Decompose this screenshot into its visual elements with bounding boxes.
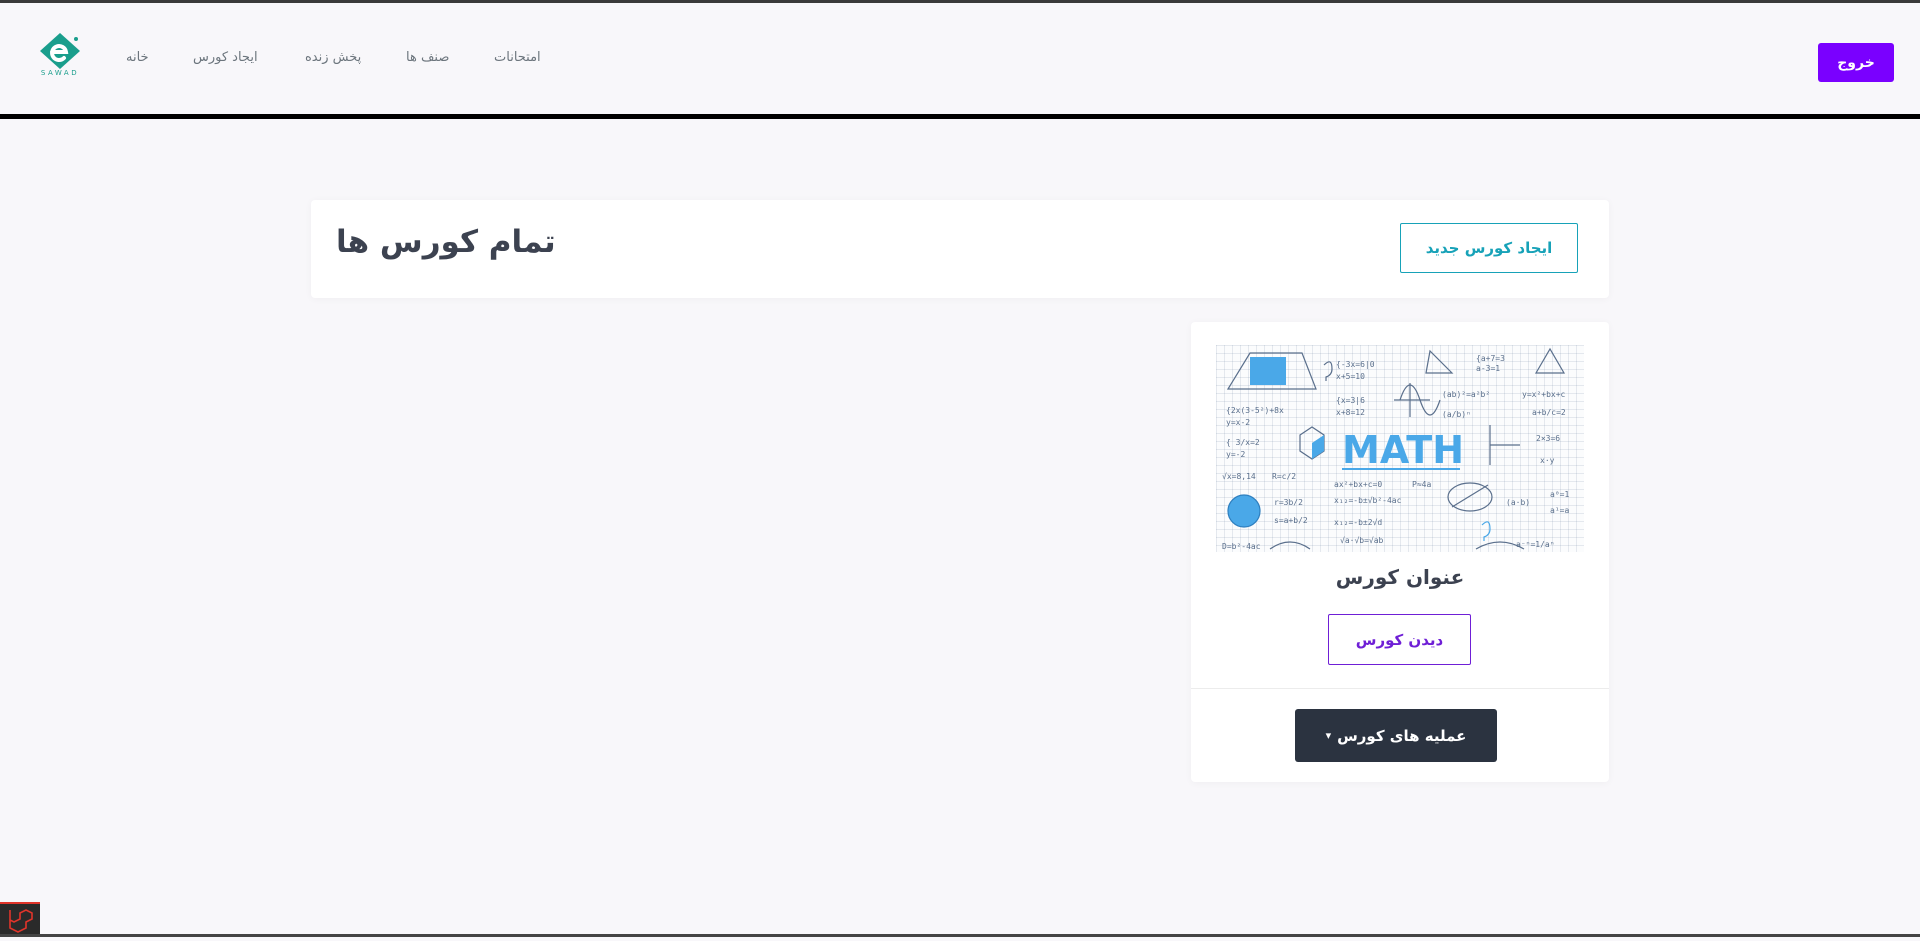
svg-text:x·y: x·y	[1540, 456, 1555, 465]
laravel-icon	[9, 909, 33, 933]
courses-header-card: تمام کورس ها ایجاد کورس جدید	[311, 200, 1609, 298]
logout-button[interactable]: خروج	[1818, 43, 1894, 82]
svg-text:{2x(3-5²)+8x: {2x(3-5²)+8x	[1226, 406, 1284, 415]
nav-classes[interactable]: صنف ها	[406, 50, 449, 65]
svg-text:D=b²-4ac: D=b²-4ac	[1222, 542, 1261, 551]
svg-text:ax²+bx+c=0: ax²+bx+c=0	[1334, 480, 1382, 489]
nav-exams[interactable]: امتحانات	[494, 50, 541, 65]
svg-text:(a/b)ⁿ: (a/b)ⁿ	[1442, 410, 1471, 419]
svg-text:√a·√b=√ab: √a·√b=√ab	[1340, 536, 1384, 545]
svg-text:x+5=10: x+5=10	[1336, 372, 1365, 381]
svg-text:s=a+b/2: s=a+b/2	[1274, 516, 1308, 525]
svg-text:y=-2: y=-2	[1226, 450, 1245, 459]
svg-text:x+8=12: x+8=12	[1336, 408, 1365, 417]
nav-live[interactable]: پخش زنده	[305, 50, 361, 65]
svg-text:x₁₂=-b±2√d: x₁₂=-b±2√d	[1334, 518, 1382, 527]
svg-text:(a·b): (a·b)	[1506, 498, 1530, 507]
course-title: عنوان کورس	[1335, 565, 1465, 589]
math-illustration: {-3x=6|0 x+5=10 {a+7=3 a-3=1 y=x²+bx+c {…	[1222, 347, 1569, 551]
svg-text:(ab)²=a²b²: (ab)²=a²b²	[1442, 390, 1490, 399]
course-image-label: MATH	[1342, 428, 1464, 472]
svg-text:{a+7=3: {a+7=3	[1476, 354, 1505, 363]
svg-text:{-3x=6|0: {-3x=6|0	[1336, 360, 1375, 369]
course-actions-dropdown-button[interactable]: عملیه های کورس ▾	[1295, 709, 1497, 762]
svg-text:a⁰=1: a⁰=1	[1550, 490, 1569, 499]
create-new-course-button[interactable]: ایجاد کورس جدید	[1400, 223, 1578, 273]
svg-text:y=x²+bx+c: y=x²+bx+c	[1522, 390, 1566, 399]
course-actions-label: عملیه های کورس	[1337, 726, 1467, 745]
svg-text:{x=3|6: {x=3|6	[1336, 396, 1365, 405]
course-image[interactable]: {-3x=6|0 x+5=10 {a+7=3 a-3=1 y=x²+bx+c {…	[1216, 345, 1584, 552]
svg-text:a¹=a: a¹=a	[1550, 506, 1569, 515]
view-course-button[interactable]: دیدن کورس	[1328, 614, 1471, 665]
svg-text:a+b/c=2: a+b/c=2	[1532, 408, 1566, 417]
logo-icon	[40, 33, 80, 69]
svg-text:2×3=6: 2×3=6	[1536, 434, 1560, 443]
svg-text:a⁻ⁿ=1/aⁿ: a⁻ⁿ=1/aⁿ	[1516, 540, 1555, 549]
svg-text:a-3=1: a-3=1	[1476, 364, 1500, 373]
navbar: SAWAD خانه ایجاد کورس پخش زنده صنف ها ام…	[0, 3, 1920, 119]
svg-text:P≈4a: P≈4a	[1412, 480, 1431, 489]
framework-debug-badge[interactable]	[0, 902, 40, 937]
svg-text:x₁₂=-b±√b²-4ac: x₁₂=-b±√b²-4ac	[1334, 496, 1402, 505]
logo-wordmark: SAWAD	[40, 69, 80, 77]
svg-text:R=c/2: R=c/2	[1272, 472, 1296, 481]
nav-create-course[interactable]: ایجاد کورس	[193, 50, 258, 65]
chevron-down-icon: ▾	[1325, 729, 1332, 742]
nav-home[interactable]: خانه	[126, 50, 149, 65]
course-card: {-3x=6|0 x+5=10 {a+7=3 a-3=1 y=x²+bx+c {…	[1191, 322, 1609, 782]
svg-text:√x=8,14: √x=8,14	[1222, 472, 1256, 481]
svg-text:{ 3/x=2: { 3/x=2	[1226, 438, 1260, 447]
svg-text:r=3b/2: r=3b/2	[1274, 498, 1303, 507]
svg-text:y=x-2: y=x-2	[1226, 418, 1250, 427]
page-title: تمام کورس ها	[336, 224, 556, 260]
card-divider	[1191, 688, 1609, 689]
sawad-logo[interactable]: SAWAD	[36, 31, 84, 83]
